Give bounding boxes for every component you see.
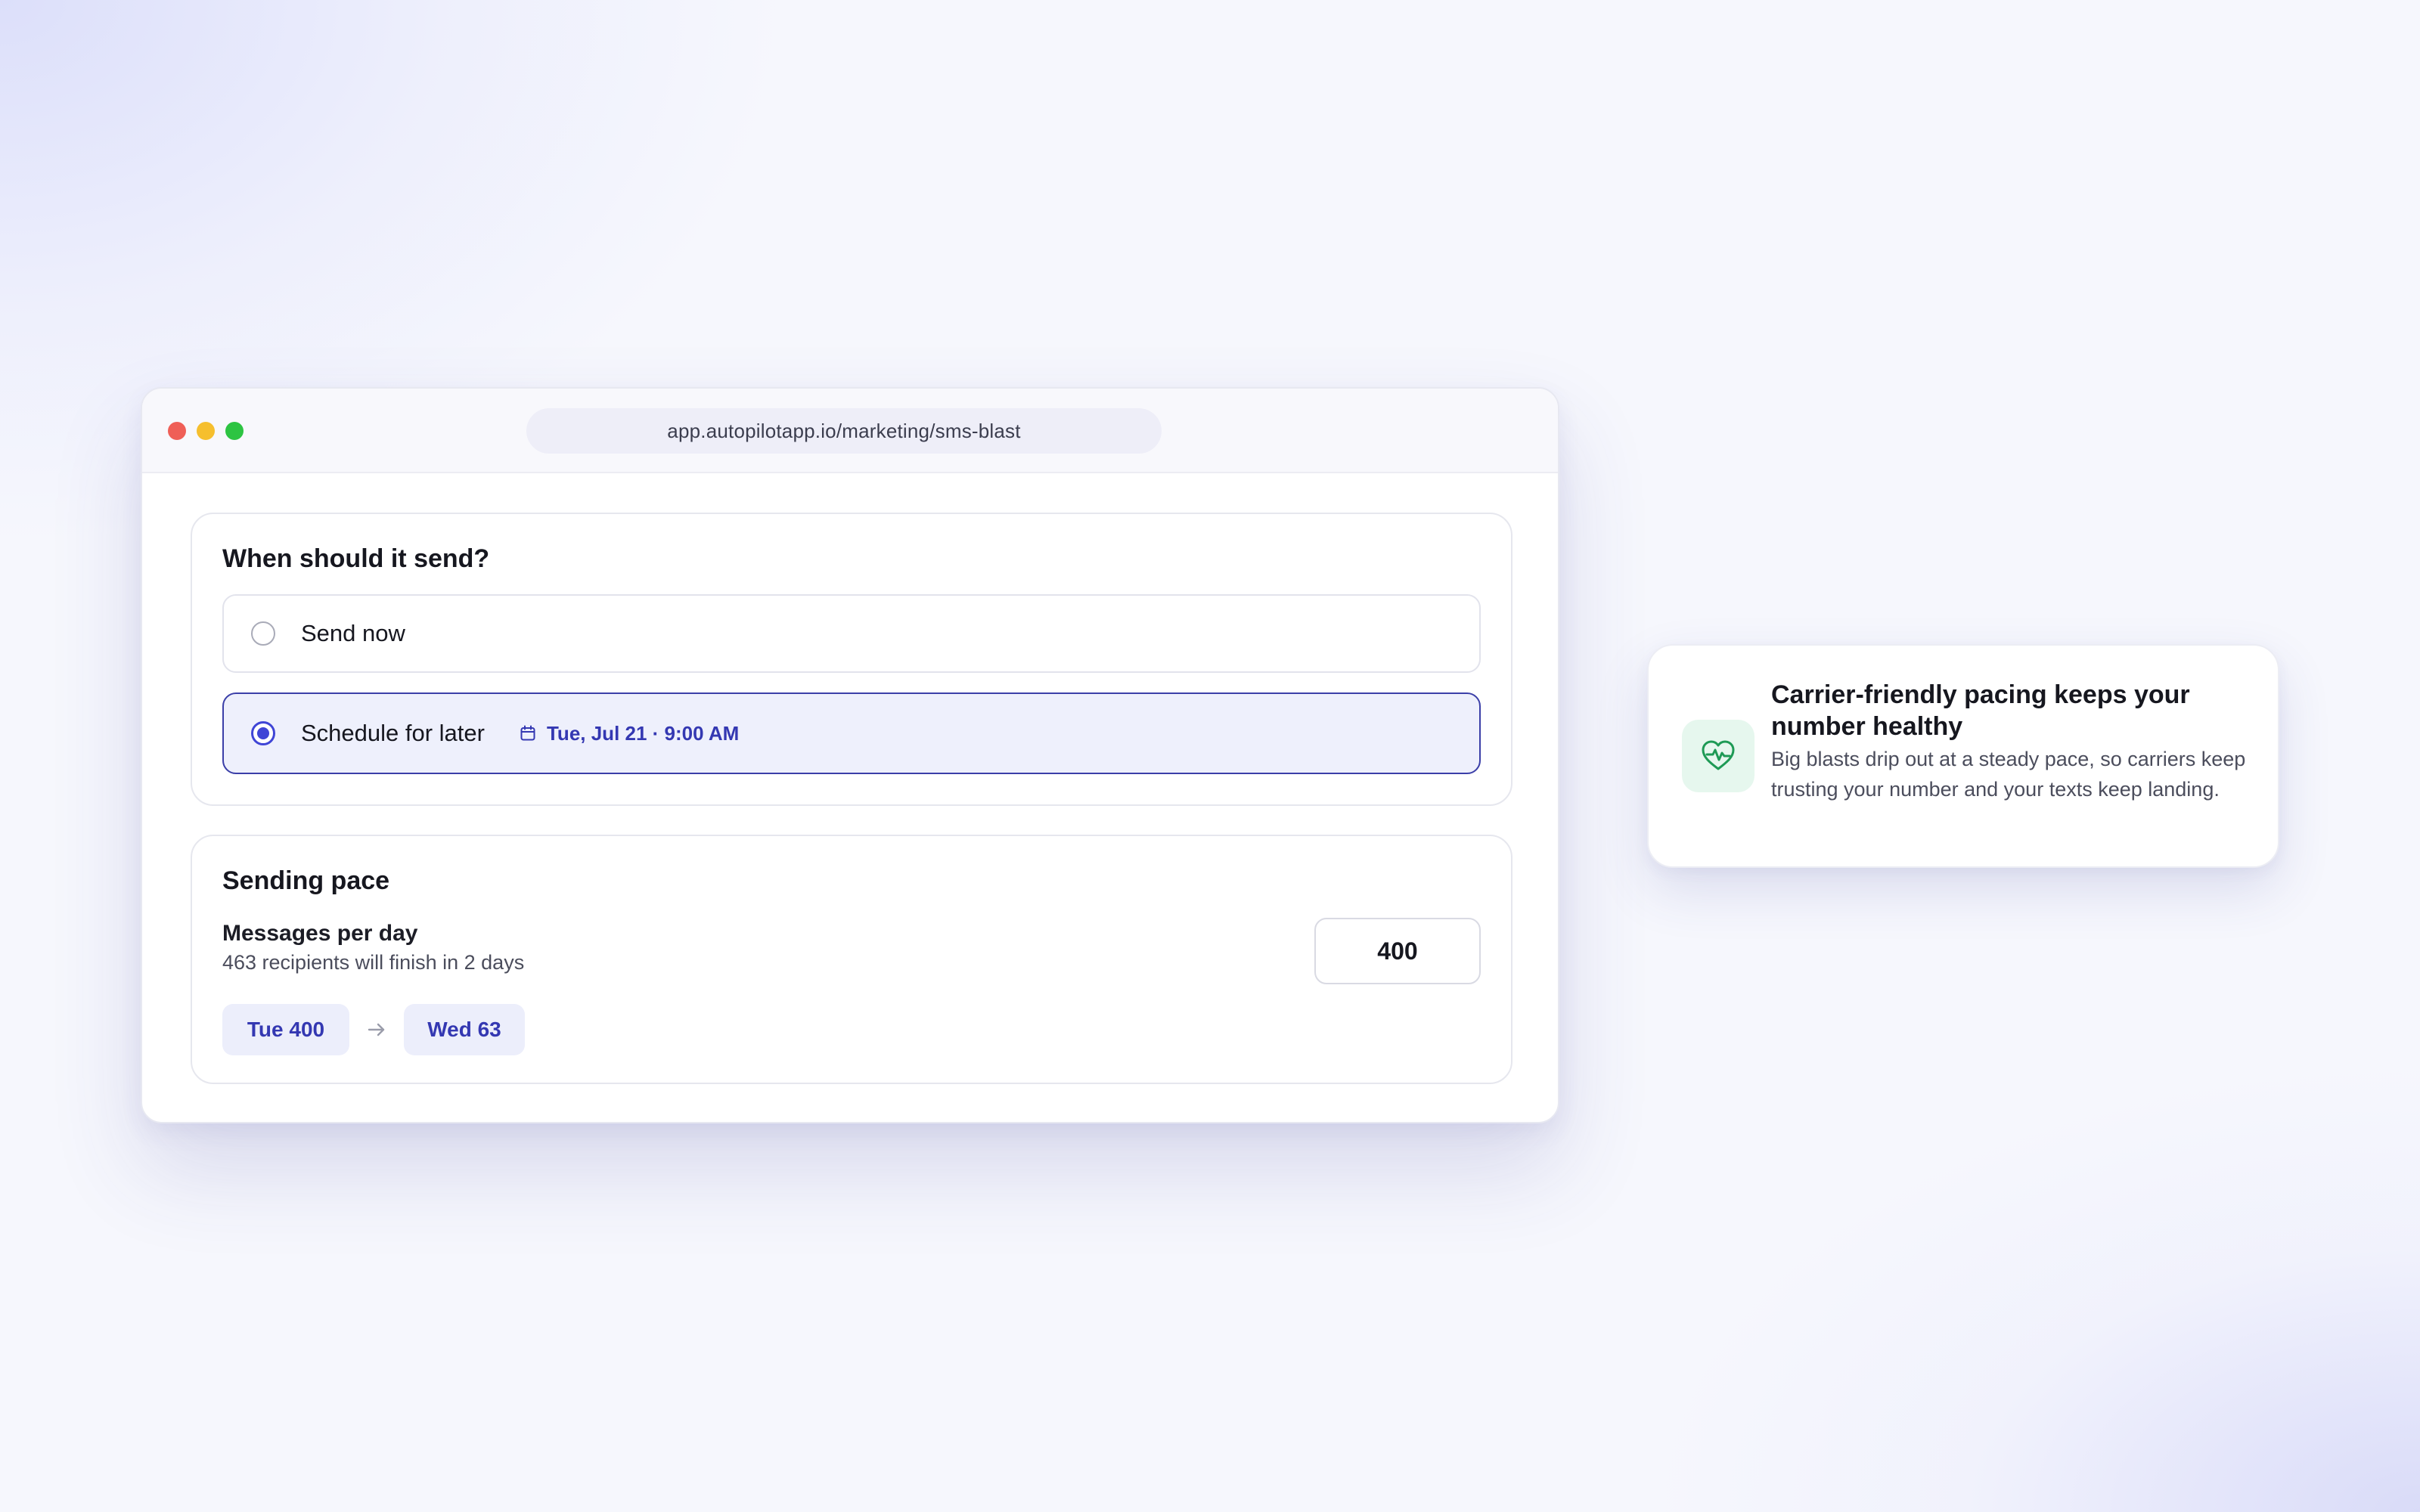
send-now-label: Send now [301, 620, 405, 646]
scheduled-date-picker[interactable]: Tue, Jul 21 · 9:00 AM [520, 722, 739, 745]
close-window-button[interactable] [168, 422, 186, 440]
schedule-later-option[interactable]: Schedule for later Tue, Jul 21 · 9:00 AM [222, 692, 1481, 774]
browser-window: app.autopilotapp.io/marketing/sms-blast … [141, 387, 1559, 1123]
pacing-info-card: Carrier-friendly pacing keeps your numbe… [1647, 644, 2279, 868]
schedule-title: When should it send? [222, 544, 490, 573]
messages-per-day-input[interactable]: 400 [1314, 918, 1481, 984]
info-card-title: Carrier-friendly pacing keeps your numbe… [1771, 680, 2190, 741]
info-card-body: Big blasts drip out at a steady pace, so… [1771, 748, 2246, 801]
minimize-window-button[interactable] [197, 422, 215, 440]
schedule-later-label: Schedule for later [301, 720, 485, 746]
heart-pulse-icon [1682, 720, 1754, 792]
sending-pace-card: Sending pace Messages per day 463 recipi… [191, 835, 1512, 1084]
maximize-window-button[interactable] [225, 422, 244, 440]
calendar-icon [520, 725, 535, 741]
send-now-option[interactable]: Send now [222, 594, 1481, 673]
finish-estimate-text: 463 recipients will finish in 2 days [222, 951, 525, 974]
schedule-card: When should it send? Send now Schedule f… [191, 513, 1512, 806]
pace-title: Sending pace [222, 866, 390, 895]
day-chip-tue: Tue 400 [222, 1004, 349, 1055]
day-chip-wed: Wed 63 [404, 1004, 525, 1055]
messages-per-day-label: Messages per day [222, 921, 418, 946]
browser-titlebar: app.autopilotapp.io/marketing/sms-blast [142, 389, 1558, 473]
schedule-later-radio[interactable] [251, 721, 275, 745]
address-bar[interactable]: app.autopilotapp.io/marketing/sms-blast [526, 408, 1162, 454]
scheduled-date-value: Tue, Jul 21 · 9:00 AM [546, 721, 740, 745]
arrow-right-icon [361, 1015, 392, 1045]
send-now-radio[interactable] [251, 621, 275, 646]
